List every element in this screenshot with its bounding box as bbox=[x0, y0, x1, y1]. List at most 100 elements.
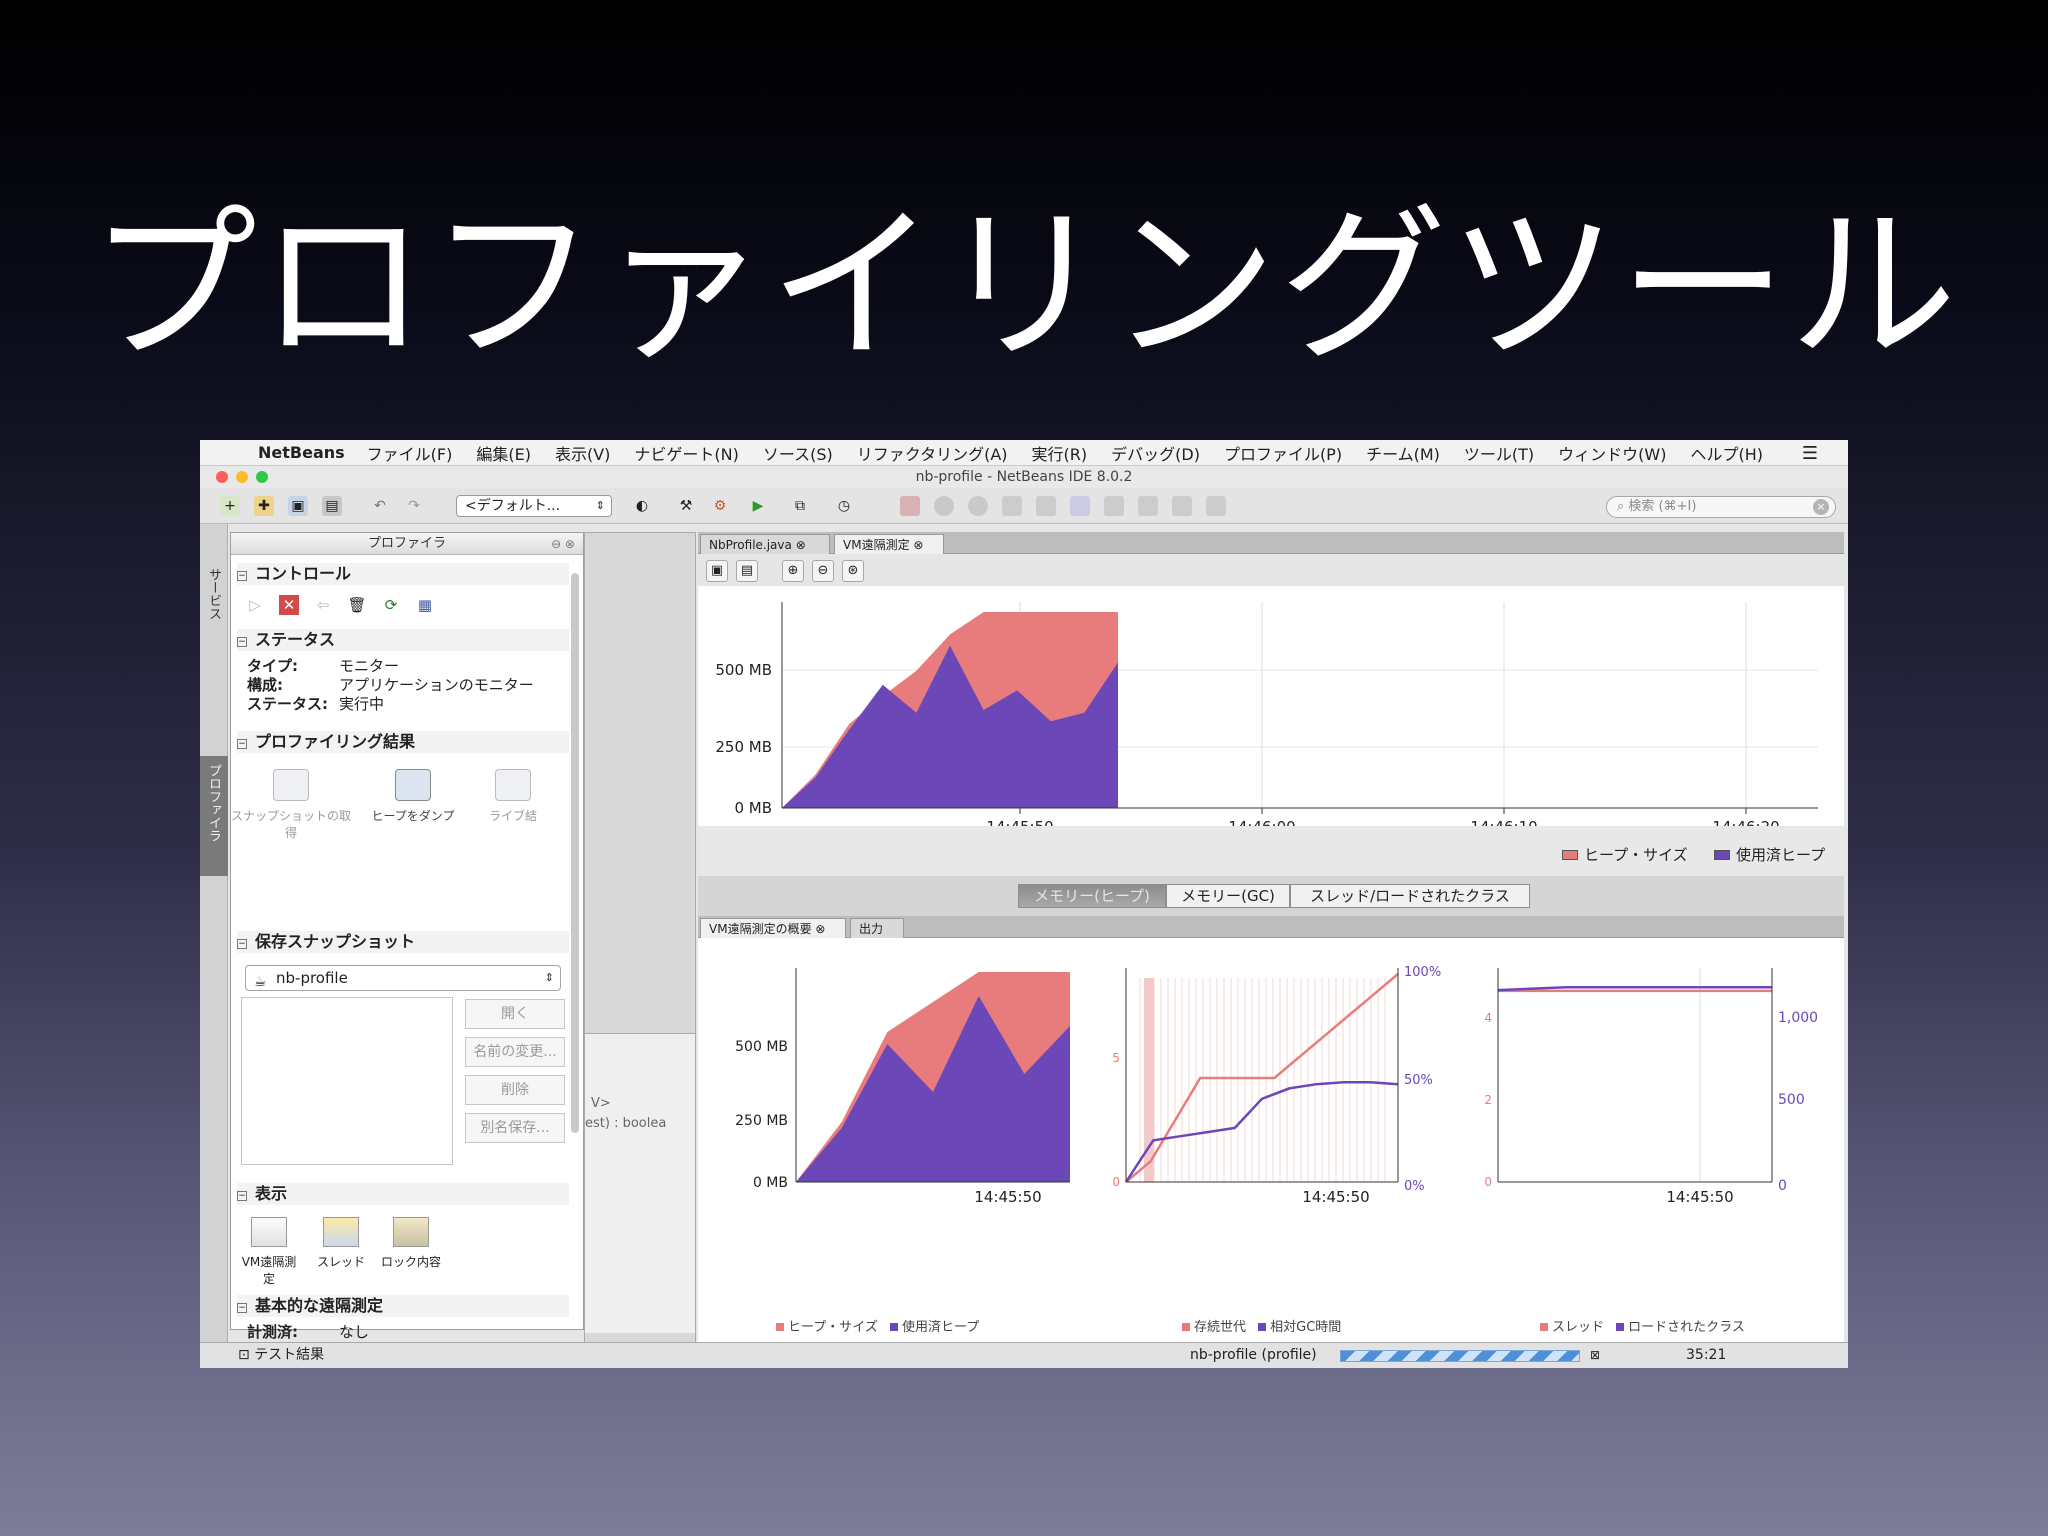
section-view[interactable]: − 表示 bbox=[237, 1183, 569, 1205]
profile-icon[interactable]: ◷ bbox=[834, 496, 854, 516]
status-bar: ⊡ テスト結果 nb-profile (profile) ⊠ 35:21 bbox=[200, 1342, 1848, 1368]
redo-icon[interactable]: ↷ bbox=[404, 496, 424, 516]
cancel-task-icon[interactable]: ⊠ bbox=[1590, 1343, 1600, 1367]
navigator-panel: V> est) : boolea bbox=[584, 532, 696, 1344]
menu-edit[interactable]: 編集(E) bbox=[476, 441, 531, 465]
view-threads[interactable]: スレッド bbox=[311, 1217, 371, 1270]
app-menu[interactable]: NetBeans bbox=[258, 443, 345, 462]
gc-trash-icon[interactable]: 🗑 bbox=[347, 595, 367, 615]
bottom-tabs: VM遠隔測定の概要 ⊗ 出力 bbox=[698, 916, 1844, 938]
search-input[interactable]: ⌕ 検索 (⌘+I) × bbox=[1606, 496, 1836, 518]
progress-bar bbox=[1340, 1350, 1580, 1362]
control-icons: ▷ ✕ ⇦ 🗑 ⟳ ▦ bbox=[245, 595, 435, 615]
ov3-x-tick-label: 14:45:50 bbox=[1666, 1188, 1733, 1206]
menu-view[interactable]: 表示(V) bbox=[555, 441, 610, 465]
clean-build-icon[interactable]: ⚒ bbox=[676, 496, 696, 516]
slide-title: プロファイリングツール bbox=[89, 188, 1959, 384]
tab-telemetry-overview[interactable]: VM遠隔測定の概要 ⊗ bbox=[700, 918, 846, 938]
settings-icon[interactable]: ◐ bbox=[632, 496, 652, 516]
reset-icon[interactable] bbox=[968, 496, 988, 516]
panel-close-icon[interactable]: ⊖ ⊗ bbox=[551, 533, 575, 555]
gc-icon[interactable] bbox=[934, 496, 954, 516]
minimize-window-button[interactable] bbox=[236, 471, 248, 483]
telemetry-icon[interactable] bbox=[1070, 496, 1090, 516]
undo-icon[interactable]: ↶ bbox=[370, 496, 390, 516]
menu-team[interactable]: チーム(M) bbox=[1366, 441, 1440, 465]
view-vm-telemetry[interactable]: VM遠隔測定 bbox=[239, 1217, 299, 1287]
heap-dump-action[interactable]: ヒープをダンプ bbox=[353, 769, 473, 824]
menu-debug[interactable]: デバッグ(D) bbox=[1111, 441, 1200, 465]
open-button[interactable]: 開く bbox=[465, 999, 565, 1029]
stop-icon[interactable] bbox=[900, 496, 920, 516]
zoom-in-icon[interactable]: ⊕ bbox=[782, 560, 804, 582]
new-project-icon[interactable]: ✚ bbox=[254, 496, 274, 516]
ov3-y-tick-left: 0 bbox=[1484, 1175, 1492, 1189]
debug-icon[interactable]: ⧉ bbox=[790, 496, 810, 516]
vm-telemetry-icon[interactable]: ▦ bbox=[415, 595, 435, 615]
snapshot-list[interactable] bbox=[241, 997, 453, 1165]
legend-heap-size: ヒープ・サイズ bbox=[1562, 844, 1688, 865]
menu-navigate[interactable]: ナビゲート(N) bbox=[634, 441, 738, 465]
menu-refactor[interactable]: リファクタリング(A) bbox=[857, 441, 1008, 465]
section-control[interactable]: − コントロール bbox=[237, 563, 569, 585]
rail-tab-services[interactable]: サービス bbox=[204, 568, 223, 620]
zoom-window-button[interactable] bbox=[256, 471, 268, 483]
menu-help[interactable]: ヘルプ(H) bbox=[1690, 441, 1763, 465]
tree-icon[interactable] bbox=[1172, 496, 1192, 516]
delete-button[interactable]: 削除 bbox=[465, 1075, 565, 1105]
subtab-memory-gc[interactable]: メモリー(GC) bbox=[1166, 884, 1290, 908]
folder-icon[interactable] bbox=[1206, 496, 1226, 516]
config-select[interactable]: <デフォルト... ⇕ bbox=[456, 495, 612, 517]
menu-profile[interactable]: プロファイル(P) bbox=[1224, 441, 1342, 465]
threads-swatch bbox=[1540, 1323, 1548, 1331]
new-file-icon[interactable]: + bbox=[220, 496, 240, 516]
section-status[interactable]: − ステータス bbox=[237, 629, 569, 651]
export-chart-icon[interactable]: ▤ bbox=[736, 560, 758, 582]
section-snapshots[interactable]: − 保存スナップショット bbox=[237, 931, 569, 953]
zoom-fit-icon[interactable]: ⊛ bbox=[842, 560, 864, 582]
subtab-memory-heap[interactable]: メモリー(ヒープ) bbox=[1018, 884, 1166, 908]
menu-source[interactable]: ソース(S) bbox=[763, 441, 833, 465]
threads-icon[interactable] bbox=[1104, 496, 1124, 516]
rename-button[interactable]: 名前の変更... bbox=[465, 1037, 565, 1067]
section-telemetry[interactable]: − 基本的な遠隔測定 bbox=[237, 1295, 569, 1317]
view-lock-contention[interactable]: ロック内容 bbox=[381, 1217, 441, 1270]
open-project-icon[interactable]: ▣ bbox=[288, 496, 308, 516]
list-icon[interactable]: ☰ bbox=[1802, 443, 1818, 464]
menu-run[interactable]: 実行(R) bbox=[1032, 441, 1088, 465]
subtab-threads-classes[interactable]: スレッド/ロードされたクラス bbox=[1290, 884, 1530, 908]
navigator-text-2: est) : boolea bbox=[585, 1116, 667, 1131]
clear-search-icon[interactable]: × bbox=[1813, 499, 1829, 515]
tab-output[interactable]: 出力 bbox=[850, 918, 904, 938]
menu-window[interactable]: ウィンドウ(W) bbox=[1558, 441, 1666, 465]
save-chart-icon[interactable]: ▣ bbox=[706, 560, 728, 582]
used-heap-swatch bbox=[1714, 850, 1730, 860]
close-window-button[interactable] bbox=[216, 471, 228, 483]
menu-file[interactable]: ファイル(F) bbox=[367, 441, 453, 465]
snapshot-project-select[interactable]: ☕ nb-profile ⇕ bbox=[245, 965, 561, 991]
zoom-out-icon[interactable]: ⊖ bbox=[812, 560, 834, 582]
build-icon[interactable]: ⚙ bbox=[710, 496, 730, 516]
main-toolbar: + ✚ ▣ ▤ ↶ ↷ <デフォルト... ⇕ ◐ ⚒ ⚙ ▶ ⧉ ◷ ⌕ 検索… bbox=[200, 488, 1848, 524]
heap-icon[interactable] bbox=[1036, 496, 1056, 516]
x-tick-label: 14:46:20 bbox=[1712, 818, 1779, 826]
menu-tools[interactable]: ツール(T) bbox=[1464, 441, 1534, 465]
rail-tab-profiler[interactable]: プロファイラ bbox=[204, 764, 223, 842]
stop-profiling-icon[interactable]: ✕ bbox=[279, 595, 299, 615]
take-snapshot-action[interactable]: スナップショットの取得 bbox=[231, 769, 351, 841]
test-results-tab[interactable]: ⊡ テスト結果 bbox=[238, 1343, 324, 1367]
reset-results-icon[interactable]: ⇦ bbox=[313, 595, 333, 615]
locks-icon[interactable] bbox=[1138, 496, 1158, 516]
snapshot-icon[interactable] bbox=[1002, 496, 1022, 516]
live-results-action[interactable]: ライブ結 bbox=[463, 769, 563, 824]
save-all-icon[interactable]: ▤ bbox=[322, 496, 342, 516]
modify-icon[interactable]: ⟳ bbox=[381, 595, 401, 615]
tab-nbprofile-java[interactable]: NbProfile.java ⊗ bbox=[700, 534, 830, 554]
coffee-cup-icon: ☕ bbox=[254, 974, 267, 990]
profiler-scrollbar[interactable] bbox=[571, 573, 579, 1133]
section-results[interactable]: − プロファイリング結果 bbox=[237, 731, 569, 753]
save-as-button[interactable]: 別名保存... bbox=[465, 1113, 565, 1143]
run-icon[interactable]: ▶ bbox=[748, 496, 768, 516]
rerun-icon[interactable]: ▷ bbox=[245, 595, 265, 615]
tab-vm-telemetry[interactable]: VM遠隔測定 ⊗ bbox=[834, 534, 944, 554]
